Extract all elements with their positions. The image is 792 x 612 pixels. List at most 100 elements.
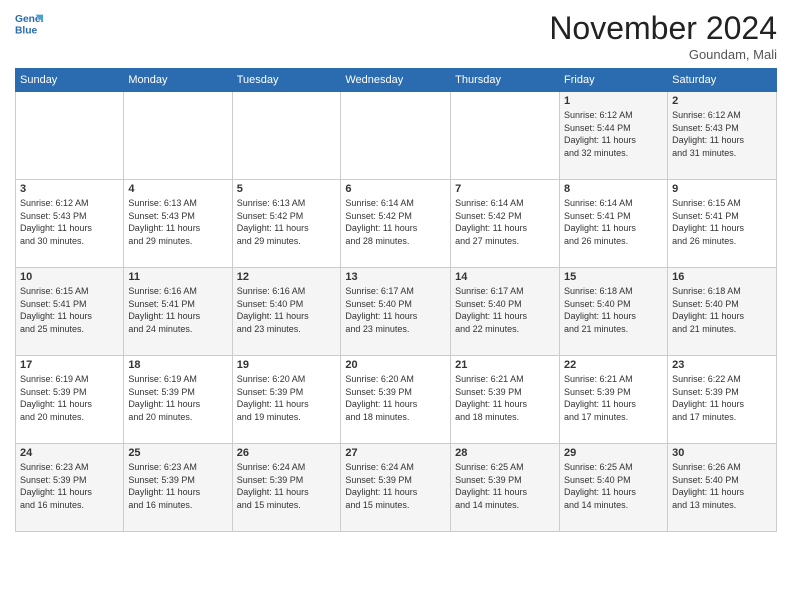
calendar-week-row: 10Sunrise: 6:15 AMSunset: 5:41 PMDayligh… <box>16 268 777 356</box>
calendar-cell: 16 Sunrise: 6:18 AMSunset: 5:40 PMDayligh… <box>668 268 777 356</box>
calendar-week-row: 1Sunrise: 6:12 AMSunset: 5:44 PMDaylight… <box>16 92 777 180</box>
day-number: 19 <box>237 359 337 371</box>
calendar-cell: 3 Sunrise: 6:12 AMSunset: 5:43 PMDaylight… <box>16 180 124 268</box>
calendar-cell: 23 Sunrise: 6:22 AMSunset: 5:39 PMDayligh… <box>668 356 777 444</box>
day-number: 23 <box>672 359 772 371</box>
calendar-cell <box>124 92 232 180</box>
day-info: Sunrise: 6:18 AMSunset: 5:40 PMDaylight:… <box>672 285 772 335</box>
calendar-day-header: Tuesday <box>232 69 341 92</box>
calendar-cell: 18 Sunrise: 6:19 AMSunset: 5:39 PMDayligh… <box>124 356 232 444</box>
day-number: 13 <box>345 271 446 283</box>
day-info: Sunrise: 6:16 AMSunset: 5:40 PMDaylight:… <box>237 285 337 335</box>
day-number: 11 <box>128 271 227 283</box>
calendar-day-header: Wednesday <box>341 69 451 92</box>
day-info: Sunrise: 6:25 AMSunset: 5:39 PMDaylight:… <box>455 461 555 511</box>
calendar-cell: 2 Sunrise: 6:12 AMSunset: 5:43 PMDaylight… <box>668 92 777 180</box>
day-info: Sunrise: 6:26 AMSunset: 5:40 PMDaylight:… <box>672 461 772 511</box>
day-info: Sunrise: 6:20 AMSunset: 5:39 PMDaylight:… <box>345 373 446 423</box>
day-info: Sunrise: 6:13 AMSunset: 5:43 PMDaylight:… <box>128 197 227 247</box>
day-info: Sunrise: 6:17 AMSunset: 5:40 PMDaylight:… <box>455 285 555 335</box>
day-number: 21 <box>455 359 555 371</box>
calendar-cell: 6Sunrise: 6:14 AMSunset: 5:42 PMDaylight… <box>341 180 451 268</box>
day-number: 18 <box>128 359 227 371</box>
day-info: Sunrise: 6:13 AMSunset: 5:42 PMDaylight:… <box>237 197 337 247</box>
day-info: Sunrise: 6:18 AMSunset: 5:40 PMDaylight:… <box>564 285 663 335</box>
day-info: Sunrise: 6:19 AMSunset: 5:39 PMDaylight:… <box>20 373 119 423</box>
calendar-cell: 28Sunrise: 6:25 AMSunset: 5:39 PMDayligh… <box>451 444 560 532</box>
day-number: 20 <box>345 359 446 371</box>
calendar-cell: 11Sunrise: 6:16 AMSunset: 5:41 PMDayligh… <box>124 268 232 356</box>
calendar-day-header: Saturday <box>668 69 777 92</box>
calendar-cell: 1Sunrise: 6:12 AMSunset: 5:44 PMDaylight… <box>560 92 668 180</box>
day-number: 25 <box>128 447 227 459</box>
logo: General Blue <box>15 10 43 38</box>
day-info: Sunrise: 6:23 AMSunset: 5:39 PMDaylight:… <box>20 461 119 511</box>
day-number: 17 <box>20 359 119 371</box>
day-info: Sunrise: 6:22 AMSunset: 5:39 PMDaylight:… <box>672 373 772 423</box>
calendar-cell <box>341 92 451 180</box>
calendar-table: SundayMondayTuesdayWednesdayThursdayFrid… <box>15 68 777 532</box>
page: General Blue November 2024 Goundam, Mali… <box>0 0 792 542</box>
day-info: Sunrise: 6:25 AMSunset: 5:40 PMDaylight:… <box>564 461 663 511</box>
calendar-day-header: Sunday <box>16 69 124 92</box>
calendar-cell: 26Sunrise: 6:24 AMSunset: 5:39 PMDayligh… <box>232 444 341 532</box>
day-info: Sunrise: 6:21 AMSunset: 5:39 PMDaylight:… <box>455 373 555 423</box>
day-number: 8 <box>564 183 663 195</box>
calendar-day-header: Thursday <box>451 69 560 92</box>
day-number: 12 <box>237 271 337 283</box>
day-info: Sunrise: 6:19 AMSunset: 5:39 PMDaylight:… <box>128 373 227 423</box>
day-number: 15 <box>564 271 663 283</box>
day-info: Sunrise: 6:21 AMSunset: 5:39 PMDaylight:… <box>564 373 663 423</box>
calendar-cell: 22 Sunrise: 6:21 AMSunset: 5:39 PMDayligh… <box>560 356 668 444</box>
day-info: Sunrise: 6:12 AMSunset: 5:43 PMDaylight:… <box>20 197 119 247</box>
day-info: Sunrise: 6:17 AMSunset: 5:40 PMDaylight:… <box>345 285 446 335</box>
day-info: Sunrise: 6:20 AMSunset: 5:39 PMDaylight:… <box>237 373 337 423</box>
calendar-day-header: Friday <box>560 69 668 92</box>
day-number: 29 <box>564 447 663 459</box>
calendar-cell: 10Sunrise: 6:15 AMSunset: 5:41 PMDayligh… <box>16 268 124 356</box>
day-number: 27 <box>345 447 446 459</box>
calendar-cell: 27 Sunrise: 6:24 AMSunset: 5:39 PMDayligh… <box>341 444 451 532</box>
day-number: 3 <box>20 183 119 195</box>
day-number: 16 <box>672 271 772 283</box>
day-number: 10 <box>20 271 119 283</box>
calendar-week-row: 24 Sunrise: 6:23 AMSunset: 5:39 PMDayligh… <box>16 444 777 532</box>
day-info: Sunrise: 6:14 AMSunset: 5:42 PMDaylight:… <box>345 197 446 247</box>
header: General Blue November 2024 Goundam, Mali <box>15 10 777 62</box>
day-number: 1 <box>564 95 663 107</box>
day-number: 22 <box>564 359 663 371</box>
day-number: 2 <box>672 95 772 107</box>
calendar-cell: 17 Sunrise: 6:19 AMSunset: 5:39 PMDayligh… <box>16 356 124 444</box>
calendar-week-row: 3 Sunrise: 6:12 AMSunset: 5:43 PMDaylight… <box>16 180 777 268</box>
month-title: November 2024 <box>549 10 777 47</box>
day-number: 9 <box>672 183 772 195</box>
calendar-cell <box>232 92 341 180</box>
calendar-cell: 19 Sunrise: 6:20 AMSunset: 5:39 PMDayligh… <box>232 356 341 444</box>
day-info: Sunrise: 6:14 AMSunset: 5:42 PMDaylight:… <box>455 197 555 247</box>
calendar-cell: 4 Sunrise: 6:13 AMSunset: 5:43 PMDaylight… <box>124 180 232 268</box>
day-number: 14 <box>455 271 555 283</box>
svg-text:Blue: Blue <box>15 25 38 36</box>
title-block: November 2024 Goundam, Mali <box>549 10 777 62</box>
day-info: Sunrise: 6:15 AMSunset: 5:41 PMDaylight:… <box>672 197 772 247</box>
calendar-cell: 7 Sunrise: 6:14 AMSunset: 5:42 PMDaylight… <box>451 180 560 268</box>
day-info: Sunrise: 6:24 AMSunset: 5:39 PMDaylight:… <box>345 461 446 511</box>
calendar-day-header: Monday <box>124 69 232 92</box>
day-info: Sunrise: 6:12 AMSunset: 5:43 PMDaylight:… <box>672 109 772 159</box>
day-number: 7 <box>455 183 555 195</box>
calendar-cell: 13 Sunrise: 6:17 AMSunset: 5:40 PMDayligh… <box>341 268 451 356</box>
calendar-cell: 30Sunrise: 6:26 AMSunset: 5:40 PMDayligh… <box>668 444 777 532</box>
calendar-cell <box>16 92 124 180</box>
day-number: 24 <box>20 447 119 459</box>
calendar-cell: 25Sunrise: 6:23 AMSunset: 5:39 PMDayligh… <box>124 444 232 532</box>
day-number: 4 <box>128 183 227 195</box>
calendar-cell <box>451 92 560 180</box>
location: Goundam, Mali <box>549 47 777 62</box>
day-info: Sunrise: 6:14 AMSunset: 5:41 PMDaylight:… <box>564 197 663 247</box>
calendar-cell: 24 Sunrise: 6:23 AMSunset: 5:39 PMDayligh… <box>16 444 124 532</box>
calendar-cell: 20 Sunrise: 6:20 AMSunset: 5:39 PMDayligh… <box>341 356 451 444</box>
calendar-cell: 12 Sunrise: 6:16 AMSunset: 5:40 PMDayligh… <box>232 268 341 356</box>
day-number: 5 <box>237 183 337 195</box>
day-number: 26 <box>237 447 337 459</box>
calendar-cell: 5 Sunrise: 6:13 AMSunset: 5:42 PMDaylight… <box>232 180 341 268</box>
